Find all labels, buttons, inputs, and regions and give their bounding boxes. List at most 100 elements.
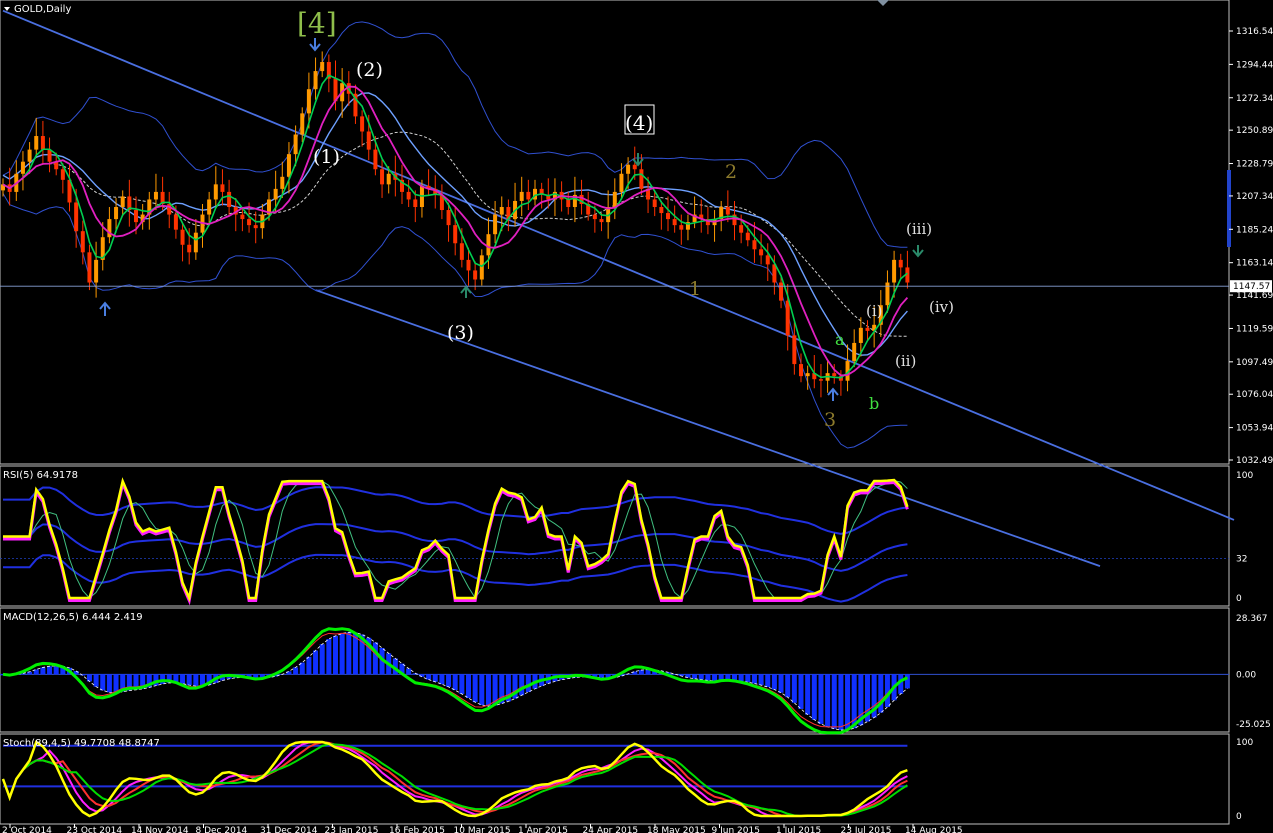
price-tick-label: 1272.34 xyxy=(1236,94,1273,104)
candle-body xyxy=(253,225,258,229)
macd-histogram-bar xyxy=(745,674,751,683)
scroll-marker[interactable] xyxy=(1227,170,1231,247)
macd-histogram-bar xyxy=(346,632,352,675)
candle-body xyxy=(779,282,784,301)
price-tick-label: 1053.94 xyxy=(1236,424,1273,434)
candle-body xyxy=(805,373,810,377)
rsi-level-label: 32 xyxy=(1236,555,1247,565)
candle-body xyxy=(852,342,857,362)
wave-label-2-gold: 2 xyxy=(725,161,737,183)
candle-body xyxy=(652,199,657,208)
macd-histogram-bar xyxy=(293,667,299,675)
candle-body xyxy=(526,191,531,200)
macd-histogram-bar xyxy=(326,639,332,675)
macd-histogram-bar xyxy=(698,674,704,680)
rsi-title: RSI(5) 64.9178 xyxy=(3,470,78,481)
macd-histogram-bar xyxy=(180,674,186,684)
macd-histogram-bar xyxy=(426,674,432,680)
candle-body xyxy=(446,210,451,226)
macd-histogram-bar xyxy=(40,667,46,675)
macd-histogram-bar xyxy=(333,635,338,675)
trading-chart: 100320 28.3670.00-25.025 1000 1316.54129… xyxy=(0,0,1273,833)
candle-body xyxy=(413,199,418,208)
candle-body xyxy=(592,214,597,220)
date-tick-label: 1 Jul 2015 xyxy=(776,826,821,833)
candle-body xyxy=(666,213,670,220)
stoch-panel xyxy=(0,733,1230,825)
candle-body xyxy=(473,270,478,280)
candle-body xyxy=(632,164,637,170)
macd-histogram-bar xyxy=(106,674,112,693)
candle-body xyxy=(247,219,252,226)
candle-body xyxy=(134,210,138,223)
candle-body xyxy=(406,191,411,200)
macd-histogram-bar xyxy=(845,674,851,730)
macd-histogram-bar xyxy=(406,668,412,675)
price-tick-label: 1032.49 xyxy=(1236,456,1273,466)
macd-histogram-bar xyxy=(751,674,757,684)
candle-body xyxy=(453,225,458,244)
stoch-level-label: 100 xyxy=(1236,738,1253,748)
wave-label-4-major: [4] xyxy=(297,7,337,40)
price-tick-label: 1097.49 xyxy=(1236,358,1273,368)
candle-body xyxy=(220,184,225,192)
macd-histogram-bar xyxy=(339,633,345,675)
price-tick-label: 1250.89 xyxy=(1236,126,1273,136)
candle-body xyxy=(87,252,92,283)
macd-histogram-bar xyxy=(372,642,378,675)
macd-histogram-bar xyxy=(47,666,53,675)
price-tick-label: 1076.04 xyxy=(1236,390,1273,400)
candle-body xyxy=(739,225,744,233)
wave-label-b: b xyxy=(869,394,879,413)
macd-histogram-bar xyxy=(485,674,491,707)
macd-histogram-bar xyxy=(738,674,744,682)
candle-body xyxy=(94,259,99,283)
wave-label-iv: (iv) xyxy=(929,298,954,316)
macd-histogram-bar xyxy=(466,674,471,699)
candle-body xyxy=(187,244,192,253)
candle-body xyxy=(207,199,212,215)
candle-body xyxy=(752,240,757,250)
macd-histogram-bar xyxy=(100,674,106,691)
candle-body xyxy=(892,259,897,283)
candle-body xyxy=(799,364,803,377)
date-tick-label: 16 Feb 2015 xyxy=(389,826,445,833)
candle-body xyxy=(120,196,125,208)
candle-body xyxy=(459,243,464,260)
date-tick-label: 18 May 2015 xyxy=(647,826,706,833)
candle-body xyxy=(858,327,863,343)
macd-histogram-bar xyxy=(798,674,804,709)
price-tick-label: 1207.34 xyxy=(1236,192,1273,202)
macd-histogram-bar xyxy=(93,674,99,687)
macd-histogram-bar xyxy=(113,674,119,693)
candle-body xyxy=(240,214,245,220)
candle-body xyxy=(865,327,870,331)
macd-level-label: -25.025 xyxy=(1236,720,1271,730)
candle-body xyxy=(679,225,684,230)
date-tick-label: 23 Jan 2015 xyxy=(325,826,379,833)
date-tick-label: 1 Apr 2015 xyxy=(518,826,568,833)
current-price-label: 1147.57 xyxy=(1233,282,1270,292)
wave-label-2-minor: (2) xyxy=(356,59,383,81)
macd-histogram-bar xyxy=(160,674,166,684)
macd-histogram-bar xyxy=(459,674,465,694)
candle-body xyxy=(832,373,837,377)
window-title: GOLD,Daily xyxy=(14,4,71,15)
candle-body xyxy=(672,219,677,226)
candle-body xyxy=(499,207,504,215)
candle-body xyxy=(386,173,391,185)
macd-level-label: 28.367 xyxy=(1236,614,1268,624)
candle-body xyxy=(286,154,291,177)
candle-body xyxy=(792,335,797,365)
candle-body xyxy=(320,62,325,72)
candle-body xyxy=(193,232,198,253)
wave-label-a: a xyxy=(835,330,845,349)
price-tick-label: 1185.24 xyxy=(1236,225,1273,235)
candle-body xyxy=(659,207,664,214)
candle-body xyxy=(898,259,903,268)
wave-label-3-minor: (3) xyxy=(447,322,474,344)
macd-level-label: 0.00 xyxy=(1236,670,1256,680)
date-tick-label: 2 Oct 2014 xyxy=(2,826,52,833)
candle-body xyxy=(519,191,524,201)
macd-histogram-bar xyxy=(771,674,777,690)
